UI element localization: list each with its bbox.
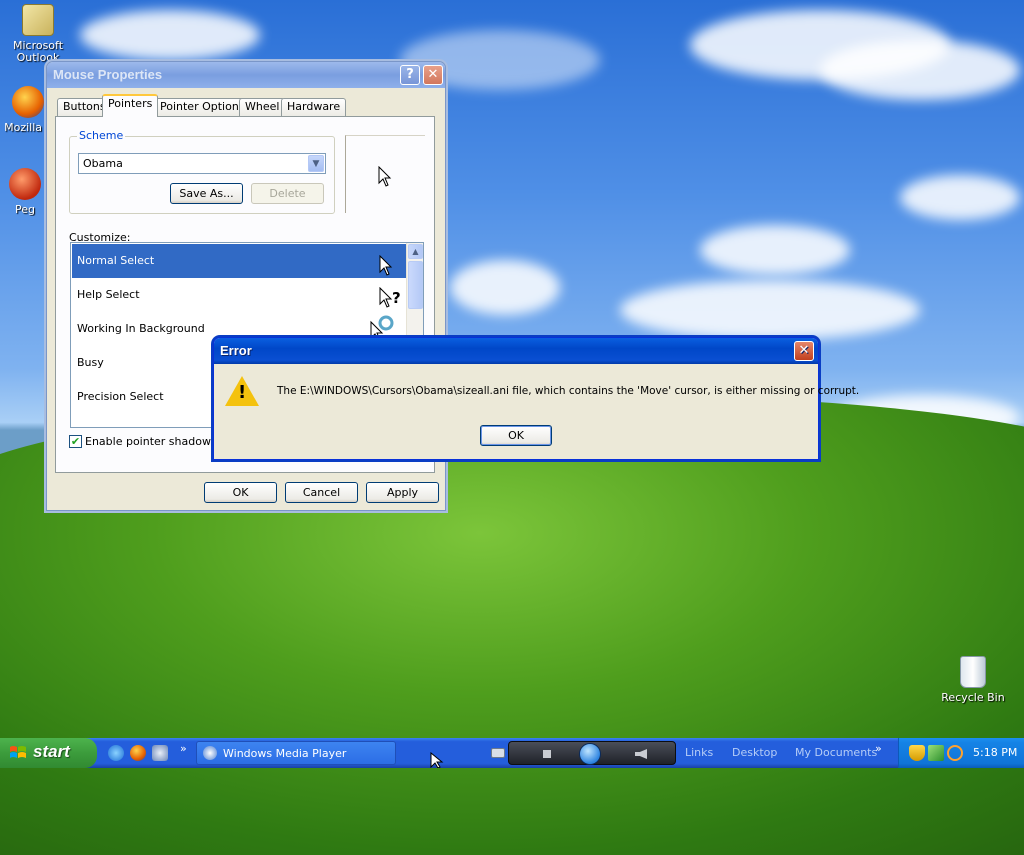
scroll-thumb[interactable]	[408, 261, 423, 309]
arrow-cursor-icon	[378, 166, 392, 187]
tab-pointers[interactable]: Pointers	[102, 94, 159, 117]
error-message: The E:\WINDOWS\Cursors\Obama\sizeall.ani…	[277, 385, 860, 397]
start-button[interactable]: start	[0, 738, 97, 768]
save-as-button[interactable]: Save As...	[170, 183, 243, 204]
links-chevron[interactable]: »	[875, 742, 882, 755]
links-my-documents[interactable]: My Documents	[795, 746, 877, 759]
error-dialog: Error ✕ ! The E:\WINDOWS\Cursors\Obama\s…	[213, 337, 859, 460]
cursor-name: Normal Select	[77, 254, 155, 267]
cursor-name: Help Select	[77, 288, 140, 301]
scroll-up-icon[interactable]: ▲	[408, 244, 423, 259]
svg-text:?: ?	[392, 289, 401, 307]
mouse-pointer-icon	[430, 752, 444, 768]
delete-button[interactable]: Delete	[251, 183, 324, 204]
search-icon[interactable]	[947, 745, 963, 761]
pointer-shadow-label[interactable]: Enable pointer shadow	[85, 435, 211, 448]
cursor-name: Working In Background	[77, 322, 205, 335]
checkmark-icon: ✔	[70, 435, 81, 448]
windows-logo-icon	[10, 746, 26, 758]
media-stop-icon[interactable]	[543, 750, 551, 758]
recycle-bin-icon	[960, 656, 986, 688]
outlook-icon	[22, 4, 54, 36]
mouse-properties-titlebar[interactable]: Mouse Properties ? ✕	[47, 62, 445, 88]
media-player-icon	[203, 746, 217, 760]
scheme-dropdown[interactable]: Obama ▼	[78, 153, 326, 174]
ok-button[interactable]: OK	[204, 482, 277, 503]
network-icon[interactable]	[928, 745, 944, 761]
close-button[interactable]: ✕	[423, 65, 443, 85]
firefox-icon	[12, 86, 44, 118]
tab-wheel[interactable]: Wheel	[239, 98, 286, 116]
media-play-button[interactable]	[579, 743, 601, 765]
close-button[interactable]: ✕	[794, 341, 814, 361]
ie-icon[interactable]	[108, 745, 124, 761]
window-title: Mouse Properties	[53, 67, 163, 82]
pegasus-icon	[9, 168, 41, 200]
desktop-icon-outlook[interactable]: Microsoft Outlook	[3, 4, 73, 64]
cursor-name: Precision Select	[77, 390, 164, 403]
quick-launch-chevron[interactable]: »	[180, 742, 187, 755]
taskbar-item-media-player[interactable]: Windows Media Player	[196, 741, 396, 765]
help-button[interactable]: ?	[400, 65, 420, 85]
cursor-name: Busy	[77, 356, 104, 369]
shield-icon[interactable]	[909, 745, 925, 761]
arrow-cursor-icon	[379, 255, 393, 276]
system-tray: 5:18 PM	[898, 738, 1024, 768]
error-titlebar[interactable]: Error ✕	[214, 338, 818, 364]
firefox-icon[interactable]	[130, 745, 146, 761]
start-label: start	[33, 742, 70, 761]
clock[interactable]: 5:18 PM	[973, 746, 1017, 759]
links-desktop[interactable]: Desktop	[732, 746, 777, 759]
close-icon: ✕	[798, 343, 810, 358]
cursor-preview	[345, 135, 425, 213]
desktop-icon-recycle-bin[interactable]: Recycle Bin	[938, 656, 1008, 704]
tab-hardware[interactable]: Hardware	[281, 98, 347, 116]
chevron-down-icon[interactable]: ▼	[308, 155, 324, 172]
taskbar: start » Windows Media Player Links Deskt…	[0, 738, 1024, 768]
help-icon: ?	[406, 67, 414, 82]
scheme-group: Scheme Obama ▼ Save As... Delete	[69, 129, 335, 214]
scheme-label: Scheme	[77, 129, 126, 142]
error-title: Error	[220, 343, 252, 358]
keyboard-icon[interactable]	[491, 748, 505, 758]
pointer-shadow-checkbox[interactable]: ✔	[69, 435, 82, 448]
list-item[interactable]: Help Select ?	[72, 278, 406, 312]
scheme-value: Obama	[83, 157, 123, 170]
list-item[interactable]: Normal Select	[72, 244, 406, 278]
desktop-icon-pegasus[interactable]: Peg	[0, 168, 50, 216]
apply-button[interactable]: Apply	[366, 482, 439, 503]
settings-icon[interactable]	[152, 745, 168, 761]
media-volume-icon[interactable]	[635, 749, 647, 759]
media-player-toolbar	[508, 741, 676, 765]
links-toolbar-label[interactable]: Links	[685, 746, 713, 759]
warning-icon: !	[225, 376, 259, 408]
close-icon: ✕	[427, 67, 439, 82]
tab-pointer-options[interactable]: Pointer Options	[154, 98, 251, 116]
help-cursor-icon: ?	[379, 287, 401, 308]
error-ok-button[interactable]: OK	[480, 425, 552, 446]
cancel-button[interactable]: Cancel	[285, 482, 358, 503]
